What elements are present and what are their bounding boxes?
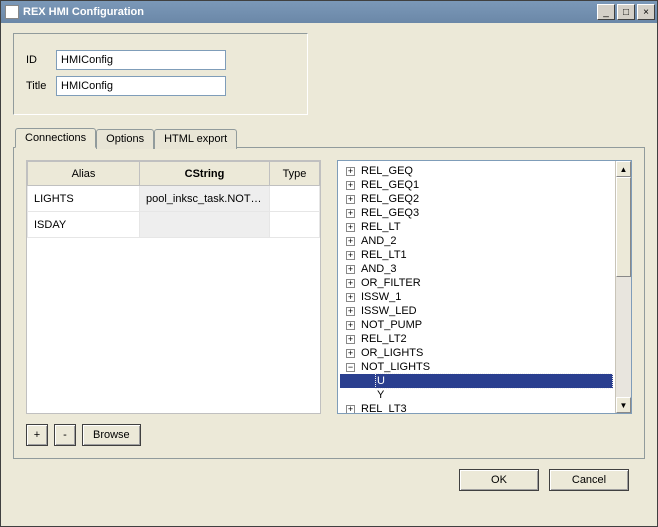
window-title: REX HMI Configuration bbox=[23, 6, 595, 18]
tree-label: REL_LT bbox=[359, 220, 403, 234]
id-label: ID bbox=[26, 54, 56, 66]
expand-icon[interactable] bbox=[346, 209, 355, 218]
tree-item[interactable]: NOT_LIGHTS bbox=[340, 360, 613, 374]
scrollbar[interactable]: ▲ ▼ bbox=[615, 161, 631, 413]
tree-item[interactable]: REL_GEQ2 bbox=[340, 192, 613, 206]
tab-strip: ConnectionsOptionsHTML export bbox=[13, 127, 645, 147]
tree-item[interactable]: U bbox=[340, 374, 613, 388]
tree-item[interactable]: OR_FILTER bbox=[340, 276, 613, 290]
tree-item[interactable]: REL_GEQ3 bbox=[340, 206, 613, 220]
connections-table: AliasCStringTypeLIGHTSpool_inksc_task.NO… bbox=[26, 160, 321, 414]
tree-item[interactable]: REL_LT1 bbox=[340, 248, 613, 262]
col-type[interactable]: Type bbox=[270, 162, 320, 186]
tree-item[interactable]: REL_LT3 bbox=[340, 402, 613, 413]
tree-item[interactable]: ISSW_1 bbox=[340, 290, 613, 304]
tree-label: AND_3 bbox=[359, 262, 398, 276]
maximize-button[interactable]: □ bbox=[617, 4, 635, 20]
scroll-thumb[interactable] bbox=[616, 177, 631, 277]
expand-icon[interactable] bbox=[346, 335, 355, 344]
cancel-button[interactable]: Cancel bbox=[549, 469, 629, 491]
tab-pane: AliasCStringTypeLIGHTSpool_inksc_task.NO… bbox=[13, 147, 645, 459]
tree-item[interactable]: ISSW_LED bbox=[340, 304, 613, 318]
tree-label: U bbox=[375, 373, 613, 389]
expand-icon[interactable] bbox=[346, 349, 355, 358]
tree-label: ISSW_1 bbox=[359, 290, 403, 304]
expand-icon[interactable] bbox=[346, 237, 355, 246]
expand-icon[interactable] bbox=[346, 251, 355, 260]
tree-item[interactable]: AND_2 bbox=[340, 234, 613, 248]
tree-connector bbox=[362, 391, 371, 400]
id-input[interactable] bbox=[56, 50, 226, 70]
app-icon: ◧ bbox=[5, 5, 19, 19]
col-alias[interactable]: Alias bbox=[28, 162, 140, 186]
expand-icon[interactable] bbox=[346, 167, 355, 176]
browse-button[interactable]: Browse bbox=[82, 424, 141, 446]
tree-label: ISSW_LED bbox=[359, 304, 419, 318]
tree-label: OR_LIGHTS bbox=[359, 346, 425, 360]
tree-label: AND_2 bbox=[359, 234, 398, 248]
title-input[interactable] bbox=[56, 76, 226, 96]
tree-item[interactable]: Y bbox=[340, 388, 613, 402]
tree-item[interactable]: REL_LT2 bbox=[340, 332, 613, 346]
tree-item[interactable]: OR_LIGHTS bbox=[340, 346, 613, 360]
collapse-icon[interactable] bbox=[346, 363, 355, 372]
tree-item[interactable]: AND_3 bbox=[340, 262, 613, 276]
expand-icon[interactable] bbox=[346, 321, 355, 330]
tree-label: REL_GEQ2 bbox=[359, 192, 421, 206]
tree-label: REL_GEQ bbox=[359, 164, 415, 178]
signal-tree[interactable]: REL_GEQREL_GEQ1REL_GEQ2REL_GEQ3REL_LTAND… bbox=[337, 160, 632, 414]
tree-label: REL_LT1 bbox=[359, 248, 409, 262]
tab-options[interactable]: Options bbox=[96, 129, 154, 149]
tree-item[interactable]: REL_GEQ bbox=[340, 164, 613, 178]
expand-icon[interactable] bbox=[346, 181, 355, 190]
scroll-up-icon[interactable]: ▲ bbox=[616, 161, 631, 177]
expand-icon[interactable] bbox=[346, 279, 355, 288]
tree-label: OR_FILTER bbox=[359, 276, 423, 290]
tree-label: Y bbox=[375, 388, 386, 402]
tree-label: NOT_PUMP bbox=[359, 318, 424, 332]
scroll-down-icon[interactable]: ▼ bbox=[616, 397, 631, 413]
expand-icon[interactable] bbox=[346, 223, 355, 232]
tree-connector bbox=[362, 377, 371, 386]
tree-label: REL_LT3 bbox=[359, 402, 409, 413]
expand-icon[interactable] bbox=[346, 405, 355, 414]
close-button[interactable]: × bbox=[637, 4, 655, 20]
ok-button[interactable]: OK bbox=[459, 469, 539, 491]
tab-html-export[interactable]: HTML export bbox=[154, 129, 237, 149]
expand-icon[interactable] bbox=[346, 195, 355, 204]
add-button[interactable]: + bbox=[26, 424, 48, 446]
tree-item[interactable]: REL_GEQ1 bbox=[340, 178, 613, 192]
tree-label: REL_GEQ1 bbox=[359, 178, 421, 192]
expand-icon[interactable] bbox=[346, 307, 355, 316]
minimize-button[interactable]: _ bbox=[597, 4, 615, 20]
tree-label: REL_GEQ3 bbox=[359, 206, 421, 220]
id-group: ID Title bbox=[13, 33, 308, 115]
tab-connections[interactable]: Connections bbox=[15, 128, 96, 148]
remove-button[interactable]: - bbox=[54, 424, 76, 446]
title-label: Title bbox=[26, 80, 56, 92]
table-row[interactable]: LIGHTSpool_inksc_task.NOT_L... bbox=[28, 186, 320, 212]
tree-item[interactable]: REL_LT bbox=[340, 220, 613, 234]
tree-item[interactable]: NOT_PUMP bbox=[340, 318, 613, 332]
tree-label: NOT_LIGHTS bbox=[359, 360, 432, 374]
expand-icon[interactable] bbox=[346, 265, 355, 274]
table-row[interactable]: ISDAY bbox=[28, 212, 320, 238]
expand-icon[interactable] bbox=[346, 293, 355, 302]
title-bar: ◧ REX HMI Configuration _ □ × bbox=[1, 1, 657, 23]
tree-label: REL_LT2 bbox=[359, 332, 409, 346]
col-cstring[interactable]: CString bbox=[140, 162, 270, 186]
